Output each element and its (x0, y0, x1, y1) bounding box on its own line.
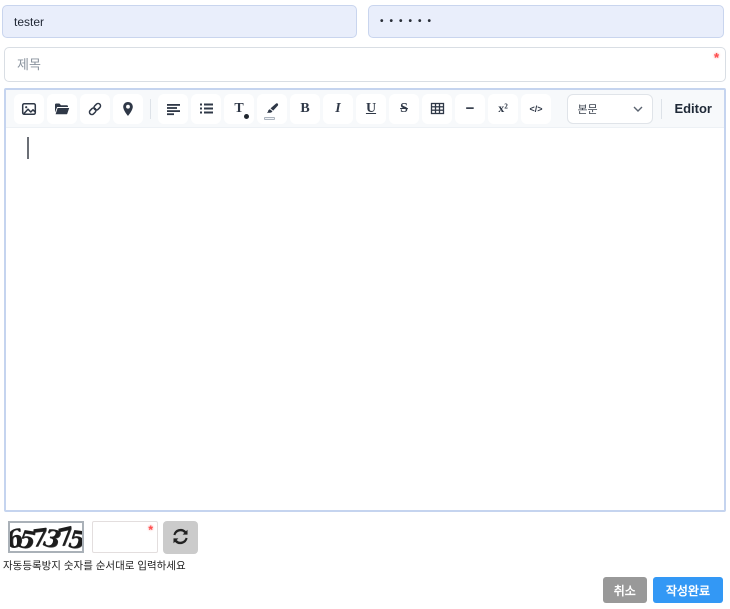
font-color-icon: T (234, 100, 244, 116)
link-icon (87, 101, 103, 117)
highlight-color-bar (264, 116, 275, 120)
toolbar-separator (150, 98, 151, 119)
horizontal-rule-button[interactable]: − (455, 93, 485, 124)
italic-icon: I (335, 100, 341, 116)
strikethrough-button[interactable]: S (389, 93, 419, 124)
toolbar-right-group: 본문 Editor (567, 93, 716, 124)
text-caret (27, 137, 29, 159)
toolbar-separator (661, 98, 663, 119)
attach-file-button[interactable] (47, 93, 77, 124)
form-actions: 취소 작성완료 (602, 577, 723, 603)
strikethrough-icon: S (400, 100, 408, 116)
superscript-button[interactable]: x² (488, 93, 518, 124)
code-icon: </> (529, 103, 543, 114)
title-required-asterisk: * (713, 50, 719, 65)
superscript-icon: x² (498, 101, 508, 115)
color-dot (244, 113, 249, 119)
paragraph-format-select[interactable]: 본문 (567, 93, 654, 124)
image-icon (21, 101, 37, 117)
list-ul-icon (199, 102, 214, 115)
table-icon (430, 102, 445, 115)
captcha-required-asterisk: * (148, 523, 153, 537)
code-view-button[interactable]: </> (521, 93, 551, 124)
refresh-icon (172, 528, 189, 548)
title-field-wrap: * (4, 47, 726, 82)
username-input[interactable] (2, 5, 357, 38)
format-select-value: 본문 (577, 103, 598, 116)
underline-icon: U (365, 100, 377, 116)
highlight-button[interactable] (257, 93, 287, 124)
editor-toolbar: T B I U S − x² </> 본문 Editor (6, 90, 724, 128)
title-input[interactable] (4, 47, 726, 82)
align-left-icon (166, 102, 181, 116)
underline-button[interactable]: U (356, 93, 386, 124)
captcha-input-wrap: * (92, 521, 158, 553)
map-marker-icon (121, 101, 135, 117)
insert-location-button[interactable] (113, 93, 143, 124)
chevron-down-icon (633, 103, 643, 115)
highlighter-brush-icon (265, 103, 279, 114)
bold-icon: B (300, 100, 310, 116)
folder-open-icon (54, 101, 70, 117)
captcha-refresh-button[interactable] (163, 521, 198, 554)
align-button[interactable] (158, 93, 188, 124)
captcha-help-text: 자동등록방지 숫자를 순서대로 입력하세요 (3, 560, 186, 572)
cancel-button[interactable]: 취소 (602, 577, 647, 603)
rich-text-editor: T B I U S − x² </> 본문 Editor (4, 88, 726, 512)
password-input[interactable] (368, 5, 724, 38)
horizontal-rule-icon: − (465, 100, 475, 117)
editor-mode-toggle[interactable]: Editor (670, 101, 716, 116)
submit-button[interactable]: 작성완료 (652, 577, 723, 603)
captcha-image: 6 5 7 3 7 5 (8, 521, 84, 553)
font-color-button[interactable]: T (224, 93, 254, 124)
captcha-digit: 5 (67, 523, 84, 553)
editor-content-area[interactable] (6, 128, 724, 510)
bold-button[interactable]: B (290, 93, 320, 124)
list-button[interactable] (191, 93, 221, 124)
insert-table-button[interactable] (422, 93, 452, 124)
insert-image-button[interactable] (14, 93, 44, 124)
insert-link-button[interactable] (80, 93, 110, 124)
italic-button[interactable]: I (323, 93, 353, 124)
